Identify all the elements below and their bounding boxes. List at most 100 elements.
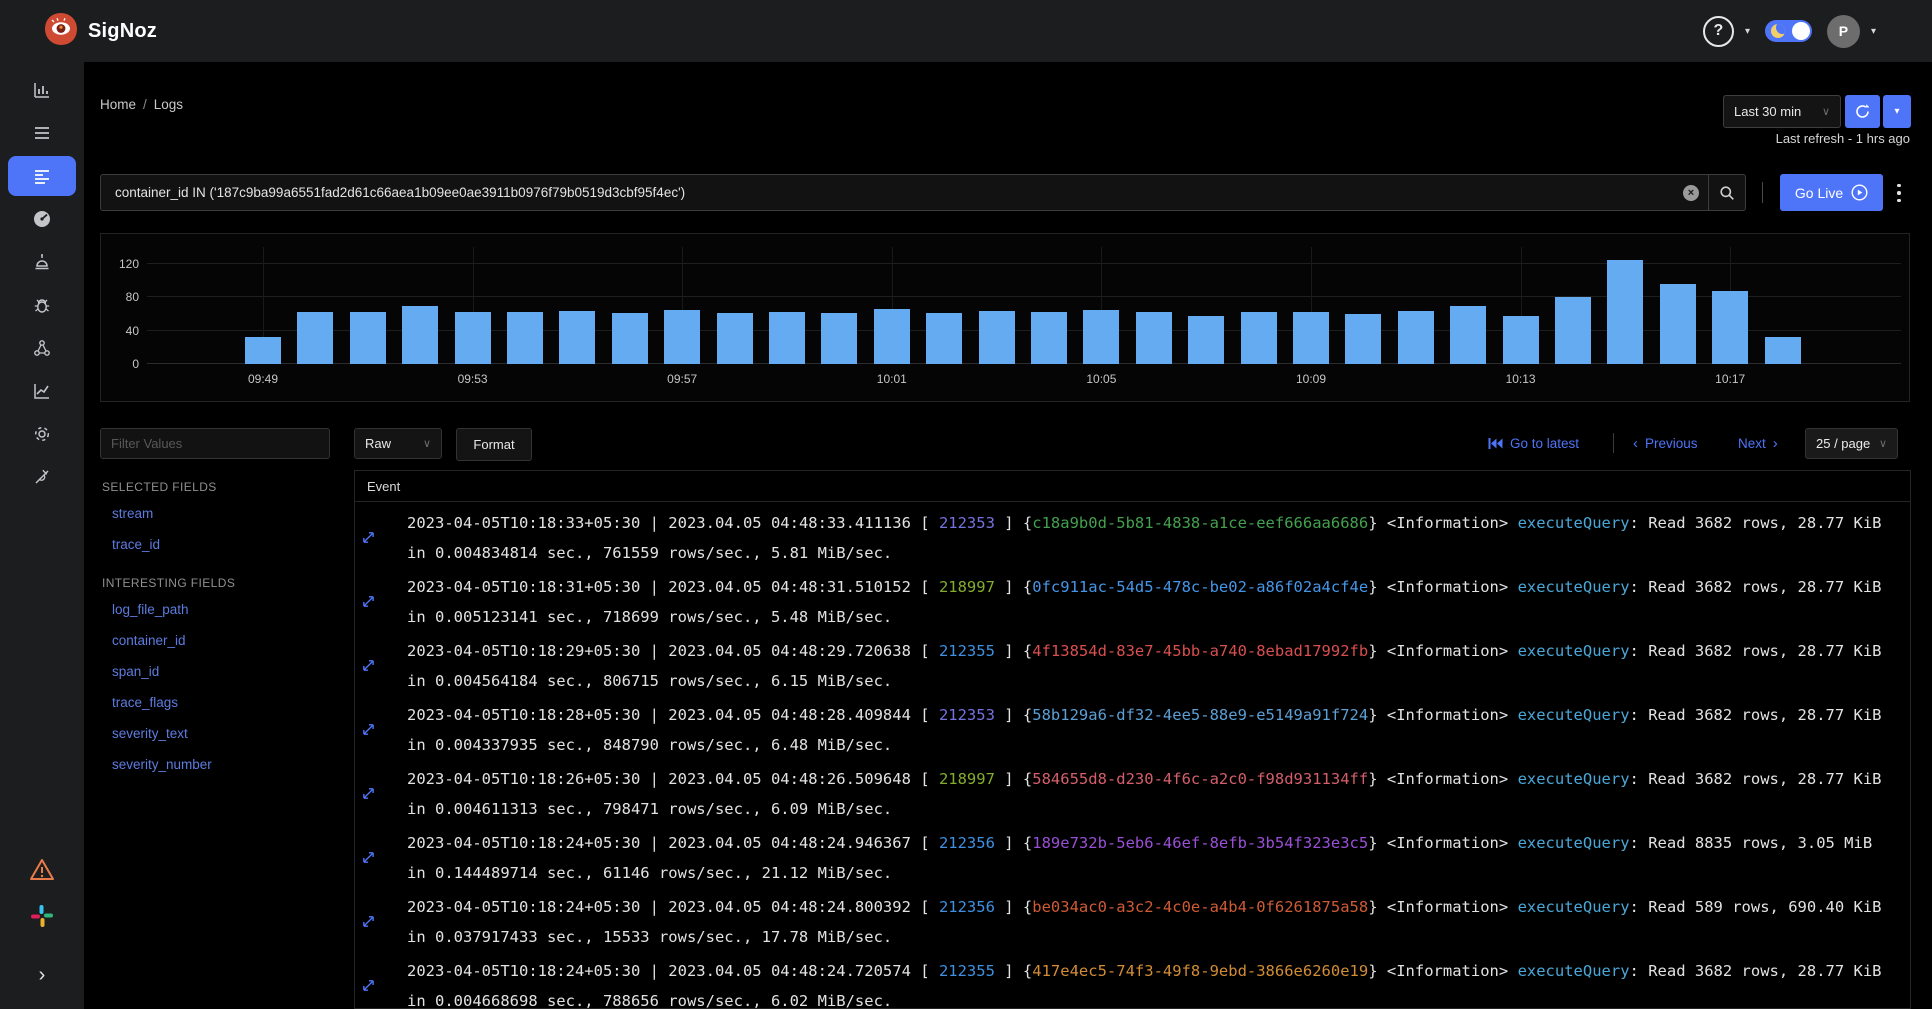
expand-icon[interactable] (362, 658, 375, 676)
expand-icon[interactable] (362, 914, 375, 932)
dark-mode-toggle[interactable] (1765, 20, 1812, 42)
expand-icon[interactable] (362, 786, 375, 804)
field-item-trace_id[interactable]: trace_id (102, 529, 342, 560)
log-message: Read 3682 rows, 28.77 KiB (1648, 706, 1881, 724)
expand-icon[interactable] (362, 594, 375, 612)
nav-service-map[interactable] (8, 328, 76, 368)
chart-bar[interactable] (1398, 311, 1434, 364)
field-item-span_id[interactable]: span_id (102, 656, 342, 687)
nav-integrations[interactable] (8, 457, 76, 497)
go-to-latest-button[interactable]: Go to latest (1488, 428, 1579, 459)
chart-bar[interactable] (769, 312, 805, 364)
chart-bar[interactable] (1345, 314, 1381, 364)
refresh-button[interactable] (1845, 95, 1880, 128)
go-live-button[interactable]: Go Live (1780, 174, 1883, 211)
field-item-container_id[interactable]: container_id (102, 625, 342, 656)
expand-icon[interactable] (362, 978, 375, 996)
avatar[interactable]: P (1827, 15, 1860, 48)
chart-bar[interactable] (664, 310, 700, 364)
log-timestamp: 2023-04-05T10:18:28+05:30 (407, 706, 640, 724)
chart-bar[interactable] (926, 313, 962, 364)
chart-bar[interactable] (455, 312, 491, 364)
format-button[interactable]: Format (456, 428, 532, 461)
chart-bar[interactable] (1083, 310, 1119, 364)
filter-values-input[interactable]: Filter Values (100, 428, 330, 459)
nav-dashboards[interactable] (8, 199, 76, 239)
chart-bar[interactable] (821, 313, 857, 364)
chart-bar[interactable] (1188, 316, 1224, 364)
nav-exceptions[interactable] (8, 285, 76, 325)
chart-bar[interactable] (1607, 260, 1643, 364)
expand-icon[interactable] (362, 722, 375, 740)
chart-plot: 04080120 09:4909:5309:5710:0110:0510:091… (147, 247, 1901, 364)
slack-icon[interactable] (29, 903, 55, 934)
expand-icon[interactable] (362, 850, 375, 868)
nav-usage[interactable] (8, 371, 76, 411)
field-item-severity_text[interactable]: severity_text (102, 718, 342, 749)
field-item-severity_number[interactable]: severity_number (102, 749, 342, 780)
chart-bar[interactable] (350, 312, 386, 364)
chart-bar[interactable] (1450, 306, 1486, 364)
chart-bar[interactable] (1136, 312, 1172, 364)
chart-bar[interactable] (507, 312, 543, 364)
nav-traces[interactable] (8, 113, 76, 153)
chart-bar[interactable] (297, 312, 333, 364)
chart-bar[interactable] (1712, 291, 1748, 364)
help-caret-icon[interactable]: ▾ (1745, 26, 1750, 37)
nav-settings[interactable] (8, 414, 76, 454)
search-icon (1719, 185, 1735, 201)
log-row[interactable]: 2023-04-05T10:18:24+05:30 | 2023.04.05 0… (355, 824, 1910, 888)
query-search-bar[interactable]: container_id IN ('187c9ba99a6551fad2d61c… (100, 174, 1746, 211)
nav-logs[interactable] (8, 156, 76, 196)
breadcrumb-home[interactable]: Home (100, 97, 136, 112)
x-tick-label: 10:17 (1715, 372, 1745, 386)
chart-bar[interactable] (1031, 312, 1067, 364)
x-tick-label: 10:05 (1086, 372, 1116, 386)
time-range-value: Last 30 min (1734, 104, 1801, 119)
field-item-trace_flags[interactable]: trace_flags (102, 687, 342, 718)
log-row[interactable]: 2023-04-05T10:18:31+05:30 | 2023.04.05 0… (355, 568, 1910, 632)
log-row[interactable]: 2023-04-05T10:18:26+05:30 | 2023.04.05 0… (355, 760, 1910, 824)
brand[interactable]: SigNoz (44, 12, 157, 51)
chart-bar[interactable] (559, 311, 595, 364)
chart-bar[interactable] (1503, 316, 1539, 364)
chart-bar[interactable] (1293, 312, 1329, 364)
search-button[interactable] (1708, 175, 1745, 210)
warning-icon[interactable] (29, 858, 55, 887)
chart-bar[interactable] (1555, 297, 1591, 364)
log-row[interactable]: 2023-04-05T10:18:29+05:30 | 2023.04.05 0… (355, 632, 1910, 696)
previous-page-button[interactable]: ‹ Previous (1633, 428, 1698, 459)
help-icon[interactable]: ? (1703, 16, 1734, 47)
chart-bar[interactable] (612, 313, 648, 364)
field-item-stream[interactable]: stream (102, 498, 342, 529)
more-options-icon[interactable] (1890, 177, 1908, 209)
next-page-button[interactable]: Next › (1738, 428, 1778, 459)
log-row[interactable]: 2023-04-05T10:18:24+05:30 | 2023.04.05 0… (355, 952, 1910, 1009)
time-range-select[interactable]: Last 30 min ∨ (1723, 95, 1841, 128)
chart-bar[interactable] (717, 313, 753, 364)
expand-icon[interactable] (362, 530, 375, 548)
clear-query-icon[interactable]: × (1683, 185, 1699, 201)
chart-bar[interactable] (874, 309, 910, 364)
nav-services[interactable] (8, 70, 76, 110)
interesting-fields-title: INTERESTING FIELDS (102, 576, 342, 590)
chart-bar[interactable] (402, 306, 438, 364)
collapse-chevron-icon[interactable]: › (39, 964, 46, 987)
nav-alerts[interactable] (8, 242, 76, 282)
page-size-select[interactable]: 25 / page ∨ (1805, 428, 1898, 459)
view-mode-select[interactable]: Raw ∨ (354, 428, 442, 459)
chart-bar[interactable] (1660, 284, 1696, 364)
chart-bar[interactable] (979, 311, 1015, 364)
query-input[interactable]: container_id IN ('187c9ba99a6551fad2d61c… (101, 185, 1683, 200)
breadcrumb-current: Logs (154, 97, 183, 112)
log-row[interactable]: 2023-04-05T10:18:24+05:30 | 2023.04.05 0… (355, 888, 1910, 952)
refresh-options-button[interactable]: ▾ (1883, 95, 1911, 128)
user-menu-caret-icon[interactable]: ▾ (1871, 26, 1876, 37)
chart-bar[interactable] (1765, 337, 1801, 364)
toggle-knob (1792, 22, 1810, 40)
chart-bar[interactable] (245, 337, 281, 364)
chart-bar[interactable] (1241, 312, 1277, 364)
log-row[interactable]: 2023-04-05T10:18:33+05:30 | 2023.04.05 0… (355, 504, 1910, 568)
log-row[interactable]: 2023-04-05T10:18:28+05:30 | 2023.04.05 0… (355, 696, 1910, 760)
field-item-log_file_path[interactable]: log_file_path (102, 594, 342, 625)
